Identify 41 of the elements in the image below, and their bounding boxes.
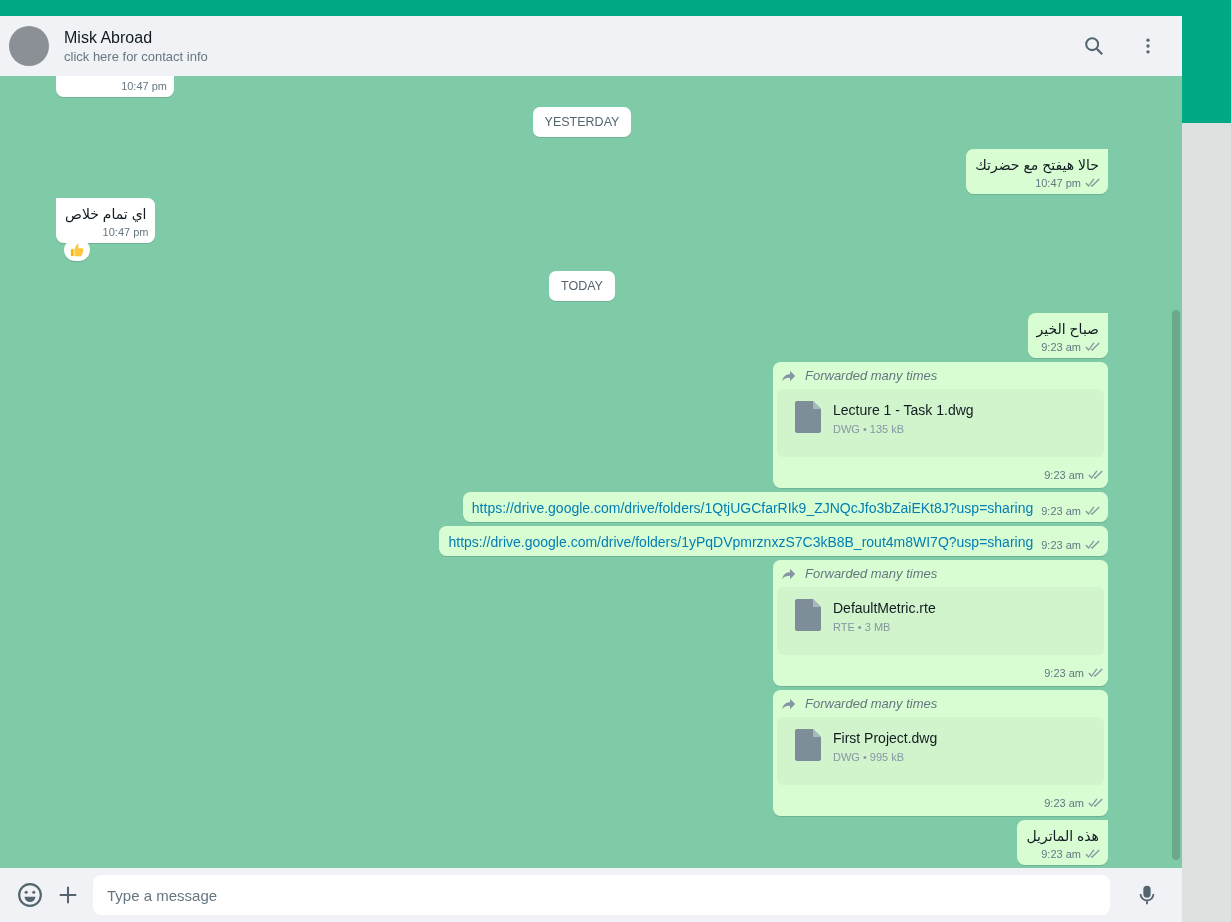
file-name: DefaultMetric.rte <box>833 599 936 617</box>
avatar[interactable] <box>9 26 49 66</box>
message-time: 9:23 am <box>1044 468 1084 481</box>
search-icon[interactable] <box>1083 35 1105 57</box>
document-icon <box>795 729 821 761</box>
message-text: صباح الخير <box>1036 320 1100 339</box>
file-name: First Project.dwg <box>833 729 938 747</box>
file-attachment[interactable]: Lecture 1 - Task 1.dwg DWG • 135 kB <box>777 389 1104 457</box>
file-details: DWG • 995 kB <box>833 751 906 763</box>
file-attachment[interactable]: First Project.dwg DWG • 995 kB <box>777 717 1104 785</box>
forwarded-label: Forwarded many times <box>805 368 938 383</box>
chat-header[interactable]: Misk Abroad click here for contact info <box>0 16 1182 76</box>
thumbs-up-icon <box>70 243 84 257</box>
plus-icon[interactable] <box>57 884 79 906</box>
document-icon <box>795 599 821 631</box>
message-time: 10:47 pm <box>121 79 167 92</box>
message-time: 9:23 am <box>1041 503 1081 519</box>
emoji-icon[interactable] <box>17 882 43 908</box>
message-text: هذه الماتريل <box>1026 827 1100 846</box>
contact-name: Misk Abroad <box>64 27 154 48</box>
message-time: 9:23 am <box>1041 537 1081 553</box>
scrollbar[interactable] <box>1172 310 1180 860</box>
document-icon <box>795 401 821 433</box>
message-time: 9:23 am <box>1044 796 1084 809</box>
file-details: RTE • 3 MB <box>833 621 892 633</box>
forwarded-label: Forwarded many times <box>805 696 938 711</box>
message-time: 9:23 am <box>1041 847 1081 860</box>
file-details: DWG • 135 kB <box>833 423 906 435</box>
file-name: Lecture 1 - Task 1.dwg <box>833 401 974 419</box>
message-text: اي تمام خلاص <box>65 205 148 224</box>
link[interactable]: https://drive.google.com/drive/folders/1QtjUGCfarRIk9_ZJNQcJfo3bZaiEKt8J?usp=sharing <box>471 498 1034 518</box>
message-input[interactable]: Type a message <box>93 875 1110 915</box>
link[interactable]: https://drive.google.com/drive/folders/1yPqDVpmrznxzS7C3kB8B_rout4m8WI7Q?usp=sharing <box>448 532 1034 552</box>
message-text: حالا هيفتح مع حضرتك <box>975 156 1100 175</box>
message-time: 9:23 am <box>1044 666 1084 679</box>
message-time: 9:23 am <box>1041 340 1081 353</box>
contact-info-hint: click here for contact info <box>64 47 209 66</box>
forwarded-label: Forwarded many times <box>805 566 938 581</box>
message-time: 10:47 pm <box>1035 176 1081 189</box>
message-time: 10:47 pm <box>102 225 149 238</box>
file-attachment[interactable]: DefaultMetric.rte RTE • 3 MB <box>777 587 1104 655</box>
